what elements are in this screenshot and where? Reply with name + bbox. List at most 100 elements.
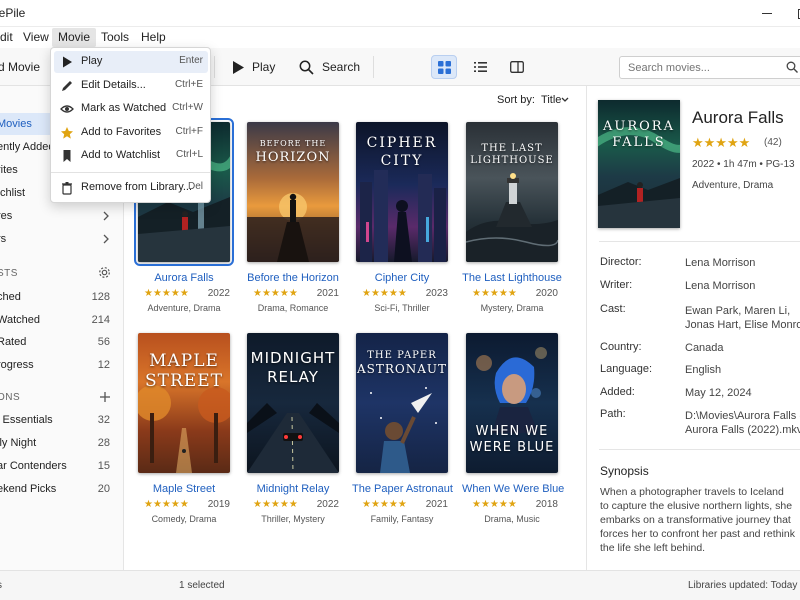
sidebar-item-label: ekend Picks: [0, 483, 57, 495]
cast-value: Jonas Hart, Elise Monroe: [685, 319, 800, 331]
menu-item-shortcut: Ctrl+W: [172, 102, 203, 113]
poster-title: HORIZON: [255, 150, 331, 165]
menu-item-play[interactable]: Play Enter: [54, 51, 208, 73]
movie-poster[interactable]: WHEN WE WERE BLUE: [466, 333, 558, 473]
poster-title: MIDNIGHT: [250, 349, 336, 367]
movie-poster[interactable]: MIDNIGHT RELAY: [247, 333, 339, 473]
movie-poster[interactable]: BEFORE THE HORIZON: [247, 122, 339, 262]
movie-poster[interactable]: MAPLE STREET: [138, 333, 230, 473]
movie-genre: Family, Fantasy: [370, 514, 434, 524]
movie-title[interactable]: Cipher City: [352, 272, 452, 284]
sidebar-item-label: Rated: [0, 336, 27, 348]
movie-title[interactable]: When We Were Blue: [462, 483, 564, 495]
sidebar-item-label: res: [0, 210, 13, 222]
movie-title[interactable]: Aurora Falls: [134, 272, 234, 284]
sidebar-item-count: 28: [97, 437, 110, 449]
divider: [599, 449, 800, 450]
minimize-button[interactable]: [749, 0, 785, 27]
star-icon: [61, 127, 73, 139]
menu-edit[interactable]: dit: [0, 28, 19, 47]
movie-year: 2022: [316, 499, 339, 510]
movie-title[interactable]: The Paper Astronaut: [352, 483, 453, 495]
sort-label: Sort by:: [497, 94, 535, 106]
rating-stars: ★★★★★: [253, 288, 298, 299]
sidebar-item-label: i Essentials: [0, 414, 53, 426]
path-value[interactable]: Aurora Falls (2022).mkv: [685, 423, 800, 437]
list-view-button[interactable]: [467, 55, 493, 79]
search-input[interactable]: [619, 56, 800, 79]
menu-separator: [51, 172, 210, 173]
movie-year: 2020: [535, 288, 558, 299]
play-button[interactable]: Play: [232, 55, 275, 79]
add-movie-button[interactable]: d Movie: [0, 55, 40, 79]
sidebar-item-years[interactable]: rs: [0, 228, 123, 250]
menu-view[interactable]: View: [17, 28, 55, 47]
poster-title: LIGHTHOUSE: [470, 155, 554, 166]
title-bar: iePile: [0, 0, 800, 27]
details-pane-button[interactable]: [504, 55, 530, 79]
poster-title: WERE BLUE: [469, 440, 555, 455]
sidebar-item-watched[interactable]: ched 128: [0, 286, 123, 308]
menu-help[interactable]: Help: [135, 28, 172, 47]
grid-view-button[interactable]: [431, 55, 457, 79]
movie-poster[interactable]: THE LAST LIGHTHOUSE: [466, 122, 558, 262]
menu-item-edit-details[interactable]: Edit Details... Ctrl+E: [54, 75, 208, 97]
sidebar-item-collection[interactable]: ekend Picks 20: [0, 478, 123, 500]
sidebar-item-top-rated[interactable]: Rated 56: [0, 331, 123, 353]
rating-stars: ★★★★★: [472, 288, 517, 299]
search-button[interactable]: Search: [299, 55, 360, 79]
poster-title: THE PAPER: [367, 350, 437, 361]
poster-title: THE LAST: [481, 143, 543, 154]
sidebar-item-count: 56: [97, 336, 110, 348]
movie-title[interactable]: Midnight Relay: [243, 483, 343, 495]
poster-title: AURORA: [603, 119, 675, 134]
sidebar-item-collection[interactable]: ar Contenders 15: [0, 455, 123, 477]
sort-dropdown[interactable]: Sort by: Title: [497, 94, 561, 106]
country-value: Canada: [685, 342, 724, 354]
poster-title: MAPLE: [149, 351, 219, 371]
poster-title: CIPHER: [366, 135, 438, 151]
maximize-button[interactable]: [785, 0, 800, 27]
path-value[interactable]: D:\Movies\Aurora Falls (2022): [685, 409, 800, 423]
chevron-down-icon[interactable]: [560, 94, 570, 106]
toolbar-divider: [373, 56, 374, 78]
menu-item-add-watchlist[interactable]: Add to Watchlist Ctrl+L: [54, 145, 208, 167]
details-title: Aurora Falls: [692, 108, 784, 127]
sidebar-item-collection[interactable]: i Essentials 32: [0, 409, 123, 431]
synopsis-text: When a photographer travels to Iceland t…: [600, 486, 795, 554]
movie-title[interactable]: Before the Horizon: [243, 272, 343, 284]
sidebar-item-label: Movies: [0, 118, 32, 130]
sidebar-item-label: tchlist: [0, 187, 26, 199]
gear-icon[interactable]: [98, 266, 111, 279]
play-label: Play: [252, 60, 276, 74]
details-genre: Adventure, Drama: [692, 180, 774, 191]
path-label: Path:: [600, 408, 626, 420]
menu-item-add-favorites[interactable]: Add to Favorites Ctrl+F: [54, 122, 208, 144]
movie-title[interactable]: The Last Lighthouse: [462, 272, 562, 284]
director-value: Lena Morrison: [685, 257, 756, 269]
movie-poster[interactable]: CIPHER CITY: [356, 122, 448, 262]
menu-item-label: Edit Details...: [81, 79, 146, 91]
search-icon: [299, 60, 314, 75]
menu-item-mark-watched[interactable]: Mark as Watched Ctrl+W: [54, 98, 208, 120]
sidebar-item-unwatched[interactable]: Watched 214: [0, 309, 123, 331]
menu-item-remove[interactable]: Remove from Library... Del: [54, 177, 208, 199]
cast-value: Ewan Park, Maren Li,: [685, 305, 791, 317]
status-bar: s 1 selected Libraries updated: Today 10…: [0, 570, 800, 600]
movie-title[interactable]: Maple Street: [134, 483, 234, 495]
sidebar-item-collection[interactable]: ily Night 28: [0, 432, 123, 454]
plus-icon[interactable]: [99, 391, 111, 403]
menu-movie[interactable]: Movie: [52, 28, 97, 47]
rating-stars: ★★★★★: [144, 288, 189, 299]
sidebar-item-genres[interactable]: res: [0, 205, 123, 227]
grid-icon: [437, 60, 451, 74]
search-icon[interactable]: [786, 61, 798, 73]
sidebar-item-count: 12: [97, 359, 110, 371]
menu-tools[interactable]: Tools: [95, 28, 135, 47]
sidebar-item-in-progress[interactable]: rogress 12: [0, 354, 123, 376]
sidebar-item-label: ently Added: [0, 141, 55, 153]
movie-poster[interactable]: THE PAPER ASTRONAUT: [356, 333, 448, 473]
poster-title: BEFORE THE: [259, 139, 327, 148]
writer-value: Lena Morrison: [685, 280, 756, 292]
sidebar-item-label: Watched: [0, 314, 41, 326]
